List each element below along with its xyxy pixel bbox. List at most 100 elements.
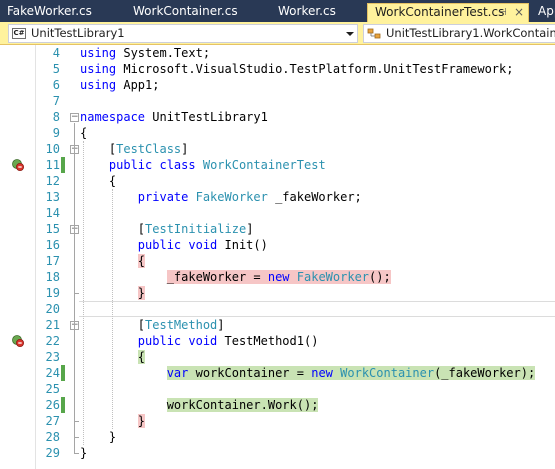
code-token: } xyxy=(137,414,146,428)
keyword-token: namespace xyxy=(80,110,146,124)
line-number: 12 xyxy=(45,174,60,188)
code-token: System.Text; xyxy=(116,46,211,60)
change-indicator xyxy=(61,365,65,381)
type-token: FakeWorker xyxy=(195,190,268,204)
code-token: ] xyxy=(181,142,189,156)
change-indicator xyxy=(61,397,65,413)
code-token: workContainer = xyxy=(188,366,312,380)
code-text: var workContainer = new WorkContainer(_f… xyxy=(80,365,536,381)
class-icon xyxy=(367,28,381,39)
line-number: 8 xyxy=(52,110,60,124)
line-number: 27 xyxy=(45,414,60,428)
code-line[interactable]: 8 − namespace UnitTestLibrary1 xyxy=(0,109,555,125)
code-text: } xyxy=(80,445,87,461)
code-text: [TestInitialize] xyxy=(80,221,254,237)
line-number: 6 xyxy=(52,78,60,92)
code-text: public void Init() xyxy=(80,237,268,253)
type-dropdown[interactable]: UnitTestLibrary1.WorkContainerTest xyxy=(363,24,555,43)
tab-app[interactable]: App xyxy=(531,3,555,22)
tab-label: WorkContainer.cs xyxy=(133,4,238,18)
code-token: { xyxy=(137,254,146,268)
code-text: using Microsoft.VisualStudio.TestPlatfor… xyxy=(80,61,513,77)
code-token: ] xyxy=(246,222,254,236)
keyword-token: using xyxy=(80,62,117,76)
code-line[interactable]: 9{ xyxy=(0,125,555,141)
line-number: 14 xyxy=(45,206,60,220)
code-line[interactable]: 4 using System.Text; xyxy=(0,45,555,61)
keyword-token: using xyxy=(80,78,117,92)
code-text: { xyxy=(80,173,116,189)
line-number: 19 xyxy=(45,286,60,300)
indent-guide xyxy=(83,141,84,445)
test-failed-icon[interactable] xyxy=(11,334,25,348)
outline-end xyxy=(74,453,79,454)
code-token: TestMethod1() xyxy=(217,334,319,348)
tab-workcontainer[interactable]: WorkContainer.cs xyxy=(126,3,254,22)
line-number: 7 xyxy=(52,94,60,108)
line-number: 22 xyxy=(45,334,60,348)
code-text: namespace UnitTestLibrary1 xyxy=(80,109,268,125)
tab-worker[interactable]: Worker.cs xyxy=(271,3,351,22)
tab-label: Worker.cs xyxy=(278,4,336,18)
code-token: } xyxy=(80,446,88,460)
test-failed-icon[interactable] xyxy=(11,158,25,172)
code-line[interactable]: 7 xyxy=(0,93,555,109)
code-line[interactable]: 6 using App1; xyxy=(0,77,555,93)
type-token: WorkContainer xyxy=(340,366,435,380)
line-number: 5 xyxy=(52,62,60,76)
code-token: } xyxy=(137,286,146,300)
project-dropdown[interactable]: C# UnitTestLibrary1 xyxy=(8,24,358,43)
code-text: [TestMethod] xyxy=(80,317,225,333)
code-line[interactable]: 5 using Microsoft.VisualStudio.TestPlatfo… xyxy=(0,61,555,77)
tab-label: WorkContainerTest.cs xyxy=(375,5,505,19)
type-token: WorkContainerTest xyxy=(202,158,326,172)
line-number: 23 xyxy=(45,350,60,364)
code-text: using System.Text; xyxy=(80,45,210,61)
project-dropdown-value: UnitTestLibrary1 xyxy=(31,26,125,40)
code-token: Init() xyxy=(217,238,268,252)
code-editor[interactable]: 4 using System.Text; 5 using Microsoft.Visu… xyxy=(0,45,555,469)
code-text: } xyxy=(80,429,116,445)
pin-icon[interactable]: ⊣ xyxy=(498,4,507,21)
code-token: [ xyxy=(80,142,117,156)
keyword-token: public void xyxy=(137,334,218,348)
line-number: 29 xyxy=(45,446,60,460)
current-line-highlight xyxy=(79,301,555,317)
tab-fakeworker[interactable]: FakeWorker.cs xyxy=(0,3,102,22)
tab-label: App xyxy=(538,4,555,18)
keyword-token: public class xyxy=(108,158,196,172)
line-number: 17 xyxy=(45,254,60,268)
line-number: 11 xyxy=(45,158,60,172)
code-token: } xyxy=(80,430,117,444)
keyword-token: new xyxy=(267,270,290,284)
collapse-icon[interactable]: − xyxy=(70,113,79,122)
line-number: 28 xyxy=(45,430,60,444)
outline-connector xyxy=(74,331,75,421)
line-number: 4 xyxy=(52,46,60,60)
code-text: private FakeWorker _fakeWorker; xyxy=(80,189,362,205)
code-token: (_fakeWorker); xyxy=(434,366,536,380)
code-line[interactable]: 29} xyxy=(0,445,555,461)
keyword-token: new xyxy=(311,366,333,380)
code-token: workContainer.Work(); xyxy=(166,398,319,412)
chevron-down-icon[interactable] xyxy=(346,32,354,36)
code-text: public void TestMethod1() xyxy=(80,333,319,349)
code-token xyxy=(289,270,297,284)
keyword-token: using xyxy=(80,46,117,60)
line-number: 26 xyxy=(45,398,60,412)
tab-workcontainertest[interactable]: WorkContainerTest.cs ⊣ × xyxy=(367,3,529,22)
code-token: { xyxy=(80,174,117,188)
line-number: 16 xyxy=(45,238,60,252)
code-text: workContainer.Work(); xyxy=(80,397,319,413)
line-number: 15 xyxy=(45,222,60,236)
outline-end xyxy=(74,421,79,422)
close-icon[interactable]: × xyxy=(514,4,524,21)
